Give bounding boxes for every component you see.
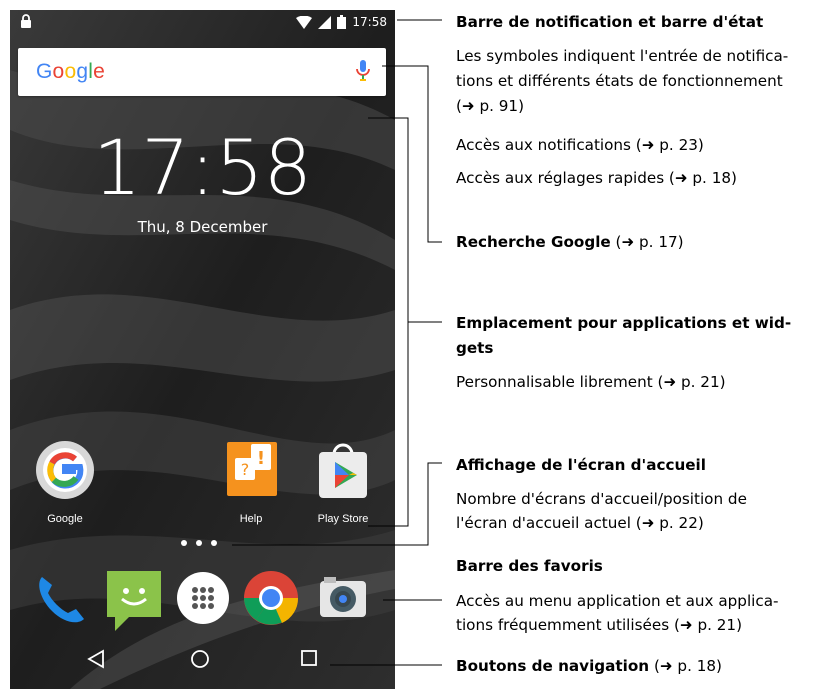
callout-search bbox=[382, 65, 442, 243]
callout-bracket bbox=[368, 117, 409, 527]
annotation-status-desc-3: (➜ p. 91) bbox=[456, 97, 525, 115]
annotation-nav-title: Boutons de navigation bbox=[456, 657, 650, 675]
annotation-favorites-desc-2: tions fréquemment utilisées (➜ p. 21) bbox=[456, 616, 742, 634]
callout-home bbox=[232, 462, 442, 546]
callout-lines bbox=[232, 19, 442, 666]
annotation-notifications: Accès aux notifications (➜ p. 23) bbox=[456, 136, 704, 154]
annotation-favorites-desc-1: Accès au menu application et aux applica… bbox=[456, 592, 779, 610]
annotation-nav-ref: (➜ p. 18) bbox=[649, 657, 722, 675]
annotation-home-desc-1: Nombre d'écrans d'accueil/position de bbox=[456, 490, 747, 508]
annotation-quick-settings: Accès aux réglages rapides (➜ p. 18) bbox=[456, 169, 737, 187]
annotation-search: Recherche Google (➜ p. 17) bbox=[456, 231, 684, 253]
annotation-search-ref: (➜ p. 17) bbox=[610, 233, 684, 251]
annotation-status-desc-1: Les symboles indiquent l'entrée de notif… bbox=[456, 47, 789, 65]
annotation-status-desc-2: tions et différents états de fonctionnem… bbox=[456, 72, 783, 90]
annotation-home-title: Affichage de l'écran d'accueil bbox=[456, 456, 706, 474]
annotation-apps-desc: Personnalisable librement (➜ p. 21) bbox=[456, 373, 726, 391]
annotation-favorites-title: Barre des favoris bbox=[456, 557, 603, 575]
annotation-apps-title-2: gets bbox=[456, 339, 494, 357]
annotation-home-desc-2: l'écran d'accueil actuel (➜ p. 22) bbox=[456, 514, 704, 532]
annotation-search-title: Recherche Google bbox=[456, 233, 611, 251]
annotation-status-title: Barre de notification et barre d'état bbox=[456, 13, 764, 31]
annotation-apps-title-1: Emplacement pour applications et wid- bbox=[456, 314, 792, 332]
annotation-nav: Boutons de navigation (➜ p. 18) bbox=[456, 655, 722, 677]
